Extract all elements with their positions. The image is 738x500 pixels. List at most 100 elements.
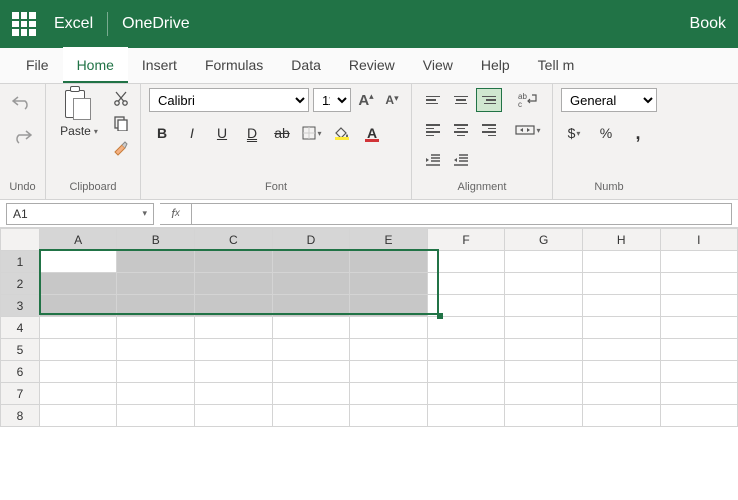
cell[interactable] <box>272 361 350 383</box>
align-left-button[interactable] <box>420 118 446 142</box>
column-header[interactable]: B <box>117 229 195 251</box>
fill-color-button[interactable]: ▾ <box>329 120 355 146</box>
wrap-text-button[interactable]: abc <box>512 88 544 112</box>
double-underline-button[interactable]: D <box>239 120 265 146</box>
cell[interactable] <box>39 383 117 405</box>
cell[interactable] <box>427 339 505 361</box>
row-header[interactable]: 4 <box>1 317 40 339</box>
cell[interactable] <box>505 295 583 317</box>
cell[interactable] <box>39 405 117 427</box>
cell[interactable] <box>660 273 737 295</box>
tab-home[interactable]: Home <box>63 47 128 83</box>
grow-font-button[interactable]: A▴ <box>355 89 377 111</box>
cell[interactable] <box>660 339 737 361</box>
tab-formulas[interactable]: Formulas <box>191 47 277 83</box>
cell[interactable] <box>117 251 195 273</box>
cell[interactable] <box>117 273 195 295</box>
cell[interactable] <box>350 295 428 317</box>
cell[interactable] <box>117 405 195 427</box>
italic-button[interactable]: I <box>179 120 205 146</box>
select-all-cell[interactable] <box>1 229 40 251</box>
cell[interactable] <box>660 361 737 383</box>
cell[interactable] <box>505 361 583 383</box>
shrink-font-button[interactable]: A▾ <box>381 89 403 111</box>
column-header[interactable]: I <box>660 229 737 251</box>
column-header[interactable]: H <box>582 229 660 251</box>
comma-button[interactable]: , <box>625 120 651 146</box>
cell[interactable] <box>582 383 660 405</box>
tab-help[interactable]: Help <box>467 47 524 83</box>
increase-indent-button[interactable] <box>448 148 474 172</box>
underline-button[interactable]: U <box>209 120 235 146</box>
cell[interactable] <box>39 339 117 361</box>
cell[interactable] <box>582 295 660 317</box>
cell[interactable] <box>660 383 737 405</box>
cell[interactable] <box>660 405 737 427</box>
cell[interactable] <box>505 383 583 405</box>
font-color-button[interactable]: A▾ <box>359 120 385 146</box>
strikethrough-button[interactable]: ab <box>269 120 295 146</box>
column-header[interactable]: F <box>427 229 505 251</box>
decrease-indent-button[interactable] <box>420 148 446 172</box>
cell[interactable] <box>582 273 660 295</box>
fx-button[interactable]: fx <box>160 203 192 225</box>
cell[interactable] <box>427 273 505 295</box>
cell[interactable] <box>117 361 195 383</box>
cell[interactable] <box>350 273 428 295</box>
cell[interactable] <box>117 339 195 361</box>
copy-button[interactable] <box>110 112 132 134</box>
cell[interactable] <box>39 273 117 295</box>
cell[interactable] <box>350 361 428 383</box>
cell[interactable] <box>272 273 350 295</box>
row-header[interactable]: 3 <box>1 295 40 317</box>
format-painter-button[interactable] <box>110 136 132 158</box>
formula-bar[interactable] <box>192 203 732 225</box>
cell[interactable] <box>350 317 428 339</box>
cell[interactable] <box>505 251 583 273</box>
tab-tellme[interactable]: Tell m <box>524 47 589 83</box>
align-top-button[interactable] <box>420 88 446 112</box>
cell[interactable] <box>117 295 195 317</box>
cell[interactable] <box>272 383 350 405</box>
cell[interactable] <box>582 339 660 361</box>
cell[interactable] <box>427 361 505 383</box>
cell[interactable] <box>582 405 660 427</box>
cell[interactable] <box>117 317 195 339</box>
cell[interactable] <box>582 317 660 339</box>
cell[interactable] <box>660 251 737 273</box>
cell[interactable] <box>195 383 273 405</box>
cell[interactable] <box>272 251 350 273</box>
cell[interactable] <box>195 317 273 339</box>
cell[interactable] <box>39 361 117 383</box>
bold-button[interactable]: B <box>149 120 175 146</box>
row-header[interactable]: 7 <box>1 383 40 405</box>
column-header[interactable]: D <box>272 229 350 251</box>
align-bottom-button[interactable] <box>476 88 502 112</box>
paste-button[interactable]: Paste▾ <box>60 124 98 138</box>
tab-review[interactable]: Review <box>335 47 409 83</box>
row-header[interactable]: 1 <box>1 251 40 273</box>
cell[interactable] <box>272 317 350 339</box>
cell[interactable] <box>272 339 350 361</box>
tab-insert[interactable]: Insert <box>128 47 191 83</box>
column-header[interactable]: C <box>195 229 273 251</box>
align-middle-button[interactable] <box>448 88 474 112</box>
row-header[interactable]: 8 <box>1 405 40 427</box>
cell[interactable] <box>350 251 428 273</box>
cell[interactable] <box>195 251 273 273</box>
column-header[interactable]: E <box>350 229 428 251</box>
font-name-select[interactable]: Calibri <box>149 88 309 112</box>
merge-center-button[interactable]: ▾ <box>512 118 544 142</box>
cell[interactable] <box>427 317 505 339</box>
column-header[interactable]: A <box>39 229 117 251</box>
spreadsheet-grid[interactable]: ABCDEFGHI12345678 <box>0 228 738 427</box>
tab-file[interactable]: File <box>12 47 63 83</box>
cut-button[interactable] <box>110 88 132 110</box>
cell[interactable] <box>195 339 273 361</box>
cell[interactable] <box>427 251 505 273</box>
percent-button[interactable]: % <box>593 120 619 146</box>
cell[interactable] <box>505 339 583 361</box>
cell[interactable] <box>195 295 273 317</box>
borders-button[interactable]: ▾ <box>299 120 325 146</box>
cell[interactable] <box>195 273 273 295</box>
